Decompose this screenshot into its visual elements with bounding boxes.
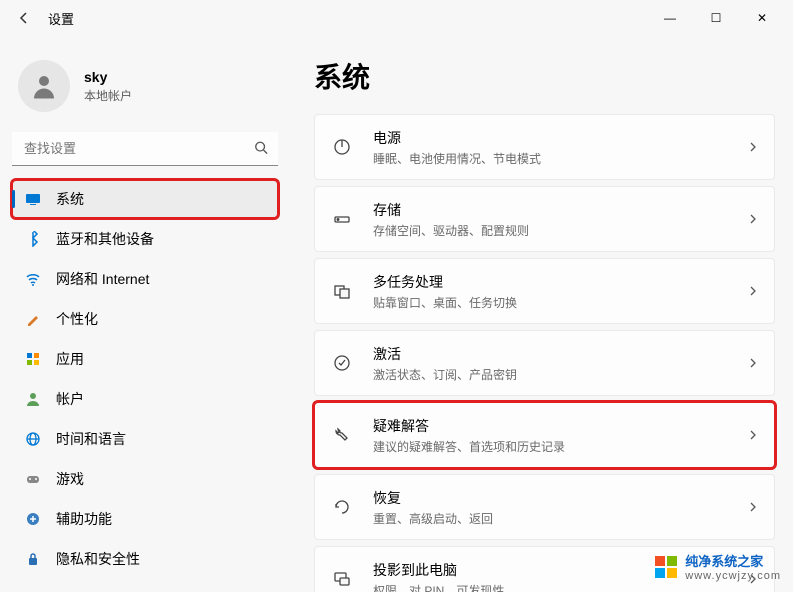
- troubleshoot-icon: [331, 424, 353, 446]
- sidebar: sky 本地帐户 系统蓝牙和其他设备网络和 Internet 个性化应用帐户时间和…: [0, 36, 290, 592]
- nav-icon: [24, 550, 42, 568]
- account-block[interactable]: sky 本地帐户: [12, 46, 278, 132]
- person-icon: [29, 71, 59, 101]
- account-name: sky: [84, 69, 132, 85]
- card-activate[interactable]: 激活 激活状态、订阅、产品密钥: [314, 330, 775, 396]
- chevron-right-icon: [748, 500, 758, 515]
- nav-icon: [24, 350, 42, 368]
- chevron-right-icon: [748, 140, 758, 155]
- sidebar-item-6[interactable]: 时间和语言: [12, 420, 278, 458]
- arrow-left-icon: [16, 10, 32, 26]
- card-troubleshoot[interactable]: 疑难解答 建议的疑难解答、首选项和历史记录: [314, 402, 775, 468]
- project-icon: [331, 568, 353, 590]
- sidebar-item-4[interactable]: 应用: [12, 340, 278, 378]
- nav-icon: [24, 310, 42, 328]
- chevron-right-icon: [748, 356, 758, 371]
- card-subtitle: 重置、高级启动、返回: [373, 510, 728, 527]
- multitask-icon: [331, 280, 353, 302]
- back-button[interactable]: [8, 2, 40, 34]
- avatar: [18, 60, 70, 112]
- card-title: 激活: [373, 344, 728, 364]
- search-icon: [254, 141, 268, 158]
- page-title: 系统: [314, 56, 775, 96]
- card-subtitle: 激活状态、订阅、产品密钥: [373, 366, 728, 383]
- nav-label: 帐户: [56, 389, 84, 409]
- chevron-right-icon: [748, 212, 758, 227]
- watermark-url: www.ycwjzy.com: [685, 570, 781, 582]
- card-subtitle: 贴靠窗口、桌面、任务切换: [373, 294, 728, 311]
- nav-label: 应用: [56, 349, 84, 369]
- card-subtitle: 存储空间、驱动器、配置规则: [373, 222, 728, 239]
- sidebar-item-2[interactable]: 网络和 Internet: [12, 260, 278, 298]
- card-power[interactable]: 电源 睡眠、电池使用情况、节电模式: [314, 114, 775, 180]
- nav-label: 个性化: [56, 309, 98, 329]
- card-title: 恢复: [373, 488, 728, 508]
- sidebar-item-7[interactable]: 游戏: [12, 460, 278, 498]
- nav-label: 系统: [56, 189, 84, 209]
- nav-icon: [24, 430, 42, 448]
- sidebar-nav: 系统蓝牙和其他设备网络和 Internet 个性化应用帐户时间和语言游戏辅助功能隐…: [12, 180, 278, 578]
- sidebar-item-9[interactable]: 隐私和安全性: [12, 540, 278, 578]
- sidebar-item-8[interactable]: 辅助功能: [12, 500, 278, 538]
- main-content: 系统 电源 睡眠、电池使用情况、节电模式 存储 存储空间、驱动器、配置规则 多任…: [290, 36, 793, 592]
- window-title: 设置: [48, 9, 74, 28]
- card-storage[interactable]: 存储 存储空间、驱动器、配置规则: [314, 186, 775, 252]
- sidebar-item-0[interactable]: 系统: [12, 180, 278, 218]
- activate-icon: [331, 352, 353, 374]
- nav-icon: [24, 510, 42, 528]
- storage-icon: [331, 208, 353, 230]
- nav-label: 隐私和安全性: [56, 549, 140, 569]
- window-controls: — ☐ ✕: [647, 2, 785, 34]
- account-subtitle: 本地帐户: [84, 87, 132, 104]
- watermark-logo-icon: [655, 556, 677, 578]
- card-title: 电源: [373, 128, 728, 148]
- nav-icon: [24, 230, 42, 248]
- nav-icon: [24, 270, 42, 288]
- nav-label: 蓝牙和其他设备: [56, 229, 154, 249]
- card-subtitle: 权限、对 PIN、可发现性: [373, 582, 728, 592]
- sidebar-item-1[interactable]: 蓝牙和其他设备: [12, 220, 278, 258]
- close-button[interactable]: ✕: [739, 2, 785, 34]
- card-title: 多任务处理: [373, 272, 728, 292]
- chevron-right-icon: [748, 428, 758, 443]
- titlebar: 设置 — ☐ ✕: [0, 0, 793, 36]
- card-subtitle: 睡眠、电池使用情况、节电模式: [373, 150, 728, 167]
- card-multitask[interactable]: 多任务处理 贴靠窗口、桌面、任务切换: [314, 258, 775, 324]
- nav-label: 时间和语言: [56, 429, 126, 449]
- sidebar-item-3[interactable]: 个性化: [12, 300, 278, 338]
- nav-icon: [24, 390, 42, 408]
- nav-icon: [24, 470, 42, 488]
- card-list: 电源 睡眠、电池使用情况、节电模式 存储 存储空间、驱动器、配置规则 多任务处理…: [314, 114, 775, 592]
- nav-icon: [24, 190, 42, 208]
- power-icon: [331, 136, 353, 158]
- recovery-icon: [331, 496, 353, 518]
- card-subtitle: 建议的疑难解答、首选项和历史记录: [373, 438, 728, 455]
- watermark-text: 纯净系统之家: [685, 551, 781, 570]
- minimize-button[interactable]: —: [647, 2, 693, 34]
- search-input[interactable]: [12, 132, 278, 166]
- search-box: [12, 132, 278, 166]
- chevron-right-icon: [748, 284, 758, 299]
- nav-label: 辅助功能: [56, 509, 112, 529]
- maximize-button[interactable]: ☐: [693, 2, 739, 34]
- nav-label: 网络和 Internet: [56, 269, 149, 289]
- card-title: 存储: [373, 200, 728, 220]
- card-title: 疑难解答: [373, 416, 728, 436]
- sidebar-item-5[interactable]: 帐户: [12, 380, 278, 418]
- card-recovery[interactable]: 恢复 重置、高级启动、返回: [314, 474, 775, 540]
- nav-label: 游戏: [56, 469, 84, 489]
- watermark: 纯净系统之家 www.ycwjzy.com: [655, 551, 781, 582]
